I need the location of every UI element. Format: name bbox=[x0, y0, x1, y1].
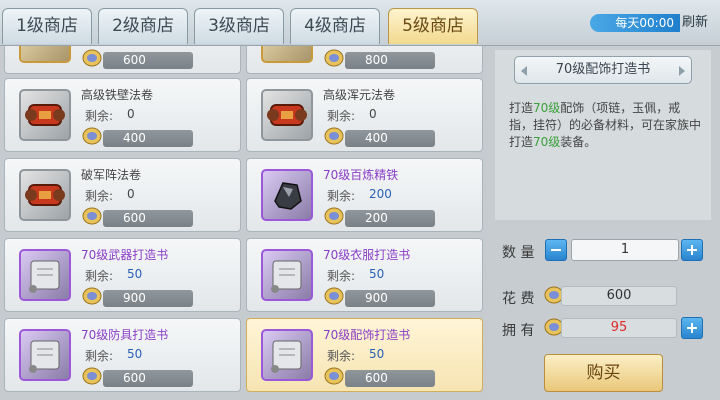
item-name: 70级防具打造书 bbox=[81, 328, 169, 342]
remain-label: 剩余: bbox=[327, 189, 356, 203]
tab-shop-level-5[interactable]: 5级商店 bbox=[388, 8, 478, 44]
coin-icon bbox=[324, 287, 344, 305]
remain-value: 0 bbox=[127, 187, 135, 201]
remain-value: 50 bbox=[127, 347, 143, 361]
item-name: 70级衣服打造书 bbox=[323, 248, 411, 262]
item-price: 400 bbox=[345, 130, 435, 147]
item-price: 600 bbox=[103, 370, 193, 387]
increase-button[interactable] bbox=[681, 239, 703, 261]
shop-item[interactable]: 高级铁壁法卷 剩余: 0 400 bbox=[4, 78, 241, 152]
cost-label: 花 费 bbox=[502, 291, 535, 307]
green-scroll-icon bbox=[261, 46, 313, 63]
shop-item[interactable]: 破军阵法卷 剩余: 0 600 bbox=[4, 158, 241, 232]
item-name: 高级铁壁法卷 bbox=[81, 88, 154, 102]
item-name: 70级武器打造书 bbox=[81, 248, 169, 262]
item-name: 70级配饰打造书 bbox=[323, 328, 411, 342]
item-name: 70级百炼精铁 bbox=[323, 168, 399, 182]
shop-item-list[interactable]: 600 800 高级铁壁法卷 剩余: 0 400 高级浑元法卷 剩余: 0 40… bbox=[0, 46, 487, 400]
blueprint-scroll-icon bbox=[19, 329, 71, 381]
remain-value: 0 bbox=[369, 107, 377, 121]
item-detail: 70级配饰打造书 打造70级配饰（项链，玉佩，戒指，挂符）的必备材料，可在家族中… bbox=[495, 50, 711, 220]
item-price: 400 bbox=[103, 130, 193, 147]
item-price: 600 bbox=[103, 210, 193, 227]
decrease-button[interactable] bbox=[545, 239, 567, 261]
remain-label: 剩余: bbox=[327, 269, 356, 283]
coin-icon bbox=[324, 367, 344, 385]
shop-item[interactable]: 600 bbox=[4, 46, 241, 74]
remain-value: 50 bbox=[369, 347, 385, 361]
item-name: 破军阵法卷 bbox=[81, 168, 142, 182]
red-scroll-icon bbox=[261, 89, 313, 141]
item-price: 200 bbox=[345, 210, 435, 227]
coin-icon bbox=[82, 367, 102, 385]
tab-shop-level-4[interactable]: 4级商店 bbox=[290, 8, 380, 44]
detail-title: 70级配饰打造书 bbox=[514, 56, 692, 84]
shop-item[interactable]: 70级武器打造书 剩余: 50 900 bbox=[4, 238, 241, 312]
refresh-button[interactable]: 刷新 bbox=[682, 14, 708, 32]
red-scroll-icon bbox=[19, 169, 71, 221]
green-scroll-icon bbox=[19, 46, 71, 63]
shop-item[interactable]: 70级防具打造书 剩余: 50 600 bbox=[4, 318, 241, 392]
owned-value: 95 bbox=[561, 318, 677, 338]
remain-label: 剩余: bbox=[327, 109, 356, 123]
cost-value: 600 bbox=[561, 286, 677, 306]
shop-item[interactable]: 70级百炼精铁 剩余: 200 200 bbox=[246, 158, 483, 232]
iron-ore-icon bbox=[261, 169, 313, 221]
owned-label: 拥 有 bbox=[502, 323, 535, 339]
remain-label: 剩余: bbox=[327, 349, 356, 363]
purchase-panel: 70级配饰打造书 打造70级配饰（项链，玉佩，戒指，挂符）的必备材料，可在家族中… bbox=[487, 46, 720, 400]
quantity-label: 数 量 bbox=[502, 245, 535, 261]
remain-value: 50 bbox=[127, 267, 143, 281]
tab-shop-level-1[interactable]: 1级商店 bbox=[2, 8, 92, 44]
shop-item[interactable]: 800 bbox=[246, 46, 483, 74]
coin-icon bbox=[82, 49, 102, 67]
remain-label: 剩余: bbox=[85, 109, 114, 123]
tab-shop-level-2[interactable]: 2级商店 bbox=[98, 8, 188, 44]
add-currency-button[interactable] bbox=[681, 317, 703, 339]
remain-label: 剩余: bbox=[85, 269, 114, 283]
shop-item[interactable]: 70级衣服打造书 剩余: 50 900 bbox=[246, 238, 483, 312]
coin-icon bbox=[82, 287, 102, 305]
remain-label: 剩余: bbox=[85, 349, 114, 363]
remain-label: 剩余: bbox=[85, 189, 114, 203]
coin-icon bbox=[324, 49, 344, 67]
refresh-info: 每天00:00 刷新 bbox=[590, 14, 717, 32]
refresh-time: 每天00:00 bbox=[590, 14, 680, 32]
item-price: 900 bbox=[103, 290, 193, 307]
buy-button[interactable]: 购买 bbox=[544, 354, 663, 392]
minus-icon bbox=[551, 249, 561, 251]
tab-shop-level-3[interactable]: 3级商店 bbox=[194, 8, 284, 44]
coin-icon bbox=[82, 127, 102, 145]
remain-value: 0 bbox=[127, 107, 135, 121]
coin-icon bbox=[324, 127, 344, 145]
quantity-input[interactable]: 1 bbox=[571, 239, 679, 261]
item-name: 高级浑元法卷 bbox=[323, 88, 396, 102]
coin-icon bbox=[82, 207, 102, 225]
red-scroll-icon bbox=[19, 89, 71, 141]
item-price: 600 bbox=[103, 52, 193, 69]
blueprint-scroll-icon bbox=[19, 249, 71, 301]
shop-tab-bar: 1级商店 2级商店 3级商店 4级商店 5级商店 每天00:00 刷新 bbox=[0, 0, 720, 46]
item-price: 900 bbox=[345, 290, 435, 307]
blueprint-scroll-icon bbox=[261, 329, 313, 381]
remain-value: 200 bbox=[369, 187, 392, 201]
shop-item[interactable]: 高级浑元法卷 剩余: 0 400 bbox=[246, 78, 483, 152]
blueprint-scroll-icon bbox=[261, 249, 313, 301]
remain-value: 50 bbox=[369, 267, 385, 281]
item-price: 800 bbox=[345, 52, 435, 69]
coin-icon bbox=[324, 207, 344, 225]
item-price: 600 bbox=[345, 370, 435, 387]
shop-item-selected[interactable]: 70级配饰打造书 剩余: 50 600 bbox=[246, 318, 483, 392]
detail-description: 打造70级配饰（项链，玉佩，戒指，挂符）的必备材料，可在家族中打造70级装备。 bbox=[509, 101, 702, 149]
